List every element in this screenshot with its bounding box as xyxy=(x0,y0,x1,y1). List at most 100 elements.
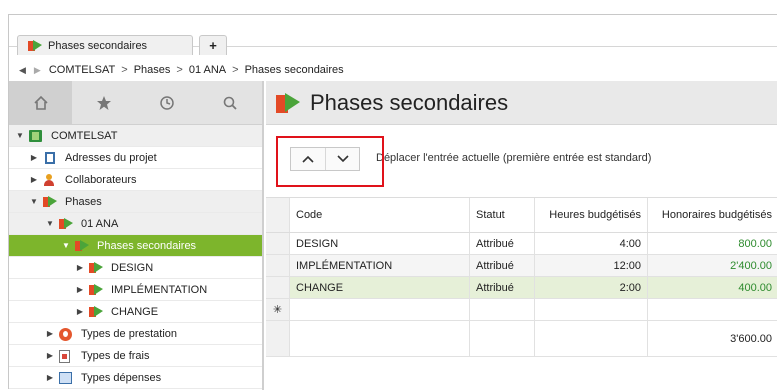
cell-code[interactable]: IMPLÉMENTATION xyxy=(290,255,470,276)
project-icon xyxy=(29,129,42,142)
tree-item-label: Types de frais xyxy=(81,349,150,362)
total-code xyxy=(290,321,470,356)
expand-arrow-icon[interactable]: ▼ xyxy=(61,241,71,250)
tree-item-label: CHANGE xyxy=(111,305,159,318)
phase-icon xyxy=(59,217,73,229)
row-selector[interactable] xyxy=(266,277,290,298)
star-icon[interactable] xyxy=(72,81,135,124)
tree-item-01-ana[interactable]: ▼ 01 ANA xyxy=(9,213,262,235)
collapse-arrow-icon[interactable]: ▶ xyxy=(45,329,55,338)
table-row[interactable]: IMPLÉMENTATION Attribué 12:00 2'400.00 xyxy=(266,255,777,277)
tree-item-types-depenses[interactable]: ▶ Types dépenses xyxy=(9,367,262,389)
clock-icon[interactable] xyxy=(135,81,198,124)
tree-item-label: COMTELSAT xyxy=(51,129,118,142)
breadcrumb: ◀ ▶ COMTELSAT > Phases > 01 ANA > Phases… xyxy=(9,61,777,79)
tree-item-comtelsat[interactable]: ▼ COMTELSAT xyxy=(9,125,262,147)
collapse-arrow-icon[interactable]: ▶ xyxy=(75,263,85,272)
breadcrumb-item-comtelsat[interactable]: COMTELSAT xyxy=(49,64,115,76)
building-icon xyxy=(45,151,55,164)
cell-heures[interactable]: 2:00 xyxy=(535,277,648,298)
tree-item-collaborateurs[interactable]: ▶ Collaborateurs xyxy=(9,169,262,191)
cell-statut[interactable]: Attribué xyxy=(470,255,535,276)
move-entry-hint: Déplacer l'entrée actuelle (première ent… xyxy=(376,152,652,164)
tree-item-phases[interactable]: ▼ Phases xyxy=(9,191,262,213)
row-header-cell xyxy=(266,198,290,232)
tree-item-types-frais[interactable]: ▶ Types de frais xyxy=(9,345,262,367)
column-header-heures[interactable]: Heures budgétisés xyxy=(535,198,648,232)
tree-item-label: 01 ANA xyxy=(81,217,119,230)
collapse-arrow-icon[interactable]: ▶ xyxy=(45,373,55,382)
prestation-icon xyxy=(59,327,72,341)
column-header-statut[interactable]: Statut xyxy=(470,198,535,232)
tree-item-implementation[interactable]: ▶ IMPLÉMENTATION xyxy=(9,279,262,301)
cell-heures[interactable]: 4:00 xyxy=(535,233,648,254)
cell-heures[interactable]: 12:00 xyxy=(535,255,648,276)
phase-icon xyxy=(89,283,103,295)
cell-statut[interactable] xyxy=(470,299,535,320)
tree-item-label: Types de prestation xyxy=(81,327,178,340)
column-header-code[interactable]: Code xyxy=(290,198,470,232)
tree-item-label: Types dépenses xyxy=(81,371,162,384)
cell-statut[interactable]: Attribué xyxy=(470,277,535,298)
depenses-icon xyxy=(59,371,72,384)
tab-label: Phases secondaires xyxy=(48,39,148,52)
phase-icon xyxy=(75,239,89,251)
cell-statut[interactable]: Attribué xyxy=(470,233,535,254)
tree-item-design[interactable]: ▶ DESIGN xyxy=(9,257,262,279)
row-selector[interactable] xyxy=(266,233,290,254)
total-honoraires: 3'600.00 xyxy=(730,332,772,345)
tree-item-types-prestation[interactable]: ▶ Types de prestation xyxy=(9,323,262,345)
breadcrumb-item-phases[interactable]: Phases xyxy=(134,64,171,76)
new-row-marker-icon: ✳ xyxy=(266,299,290,320)
expand-arrow-icon[interactable]: ▼ xyxy=(29,197,39,206)
new-row[interactable]: ✳ xyxy=(266,299,777,321)
tree-item-change[interactable]: ▶ CHANGE xyxy=(9,301,262,323)
cell-code[interactable] xyxy=(290,299,470,320)
cell-honoraires[interactable] xyxy=(648,299,777,320)
collapse-arrow-icon[interactable]: ▶ xyxy=(75,307,85,316)
breadcrumb-separator: > xyxy=(176,64,183,76)
breadcrumb-item-phases-secondaires[interactable]: Phases secondaires xyxy=(245,64,344,76)
tree-item-label: IMPLÉMENTATION xyxy=(111,283,208,296)
tree-item-label: Collaborateurs xyxy=(65,173,137,186)
frais-icon xyxy=(59,349,70,363)
expand-arrow-icon[interactable]: ▼ xyxy=(45,219,55,228)
collapse-arrow-icon[interactable]: ▶ xyxy=(45,351,55,360)
cell-honoraires[interactable]: 400.00 xyxy=(648,277,777,298)
breadcrumb-separator: > xyxy=(232,64,239,76)
tree-item-adresses[interactable]: ▶ Adresses du projet xyxy=(9,147,262,169)
search-icon[interactable] xyxy=(198,81,261,124)
cell-heures[interactable] xyxy=(535,299,648,320)
row-header-cell xyxy=(266,321,290,356)
row-selector[interactable] xyxy=(266,255,290,276)
table-row-current[interactable]: CHANGE Attribué 2:00 400.00 xyxy=(266,277,777,299)
collapse-arrow-icon[interactable]: ▶ xyxy=(29,153,39,162)
tree-item-phases-secondaires[interactable]: ▼ Phases secondaires xyxy=(9,235,262,257)
back-arrow-icon[interactable]: ◀ xyxy=(19,65,26,76)
expand-arrow-icon[interactable]: ▼ xyxy=(15,131,25,140)
page-title: Phases secondaires xyxy=(310,89,509,115)
cell-honoraires[interactable]: 800.00 xyxy=(648,233,777,254)
collapse-arrow-icon[interactable]: ▶ xyxy=(29,175,39,184)
cell-code[interactable]: CHANGE xyxy=(290,277,470,298)
column-header-honoraires[interactable]: Honoraires budgétisés xyxy=(648,198,777,232)
add-tab-button[interactable]: + xyxy=(199,35,227,55)
cell-honoraires[interactable]: 2'400.00 xyxy=(648,255,777,276)
phase-icon xyxy=(43,195,57,207)
breadcrumb-item-01-ana[interactable]: 01 ANA xyxy=(189,64,226,76)
phase-icon xyxy=(28,40,42,51)
collapse-arrow-icon[interactable]: ▶ xyxy=(75,285,85,294)
cell-code[interactable]: DESIGN xyxy=(290,233,470,254)
grid-header-row: Code Statut Heures budgétisés Honoraires… xyxy=(266,197,777,233)
project-tree: ▼ COMTELSAT ▶ Adresses du projet ▶ Colla… xyxy=(9,125,262,389)
home-icon[interactable] xyxy=(9,81,72,124)
breadcrumb-separator: > xyxy=(121,64,128,76)
app-window: Phases secondaires + ◀ ▶ COMTELSAT > Pha… xyxy=(8,14,777,390)
forward-arrow-icon[interactable]: ▶ xyxy=(34,65,41,76)
totals-row: 3'600.00 xyxy=(266,321,777,357)
table-row[interactable]: DESIGN Attribué 4:00 800.00 xyxy=(266,233,777,255)
tree-item-label: DESIGN xyxy=(111,261,154,274)
tree-item-label: Phases xyxy=(65,195,102,208)
tab-phases-secondaires[interactable]: Phases secondaires xyxy=(17,35,193,55)
phase-icon xyxy=(89,305,103,317)
